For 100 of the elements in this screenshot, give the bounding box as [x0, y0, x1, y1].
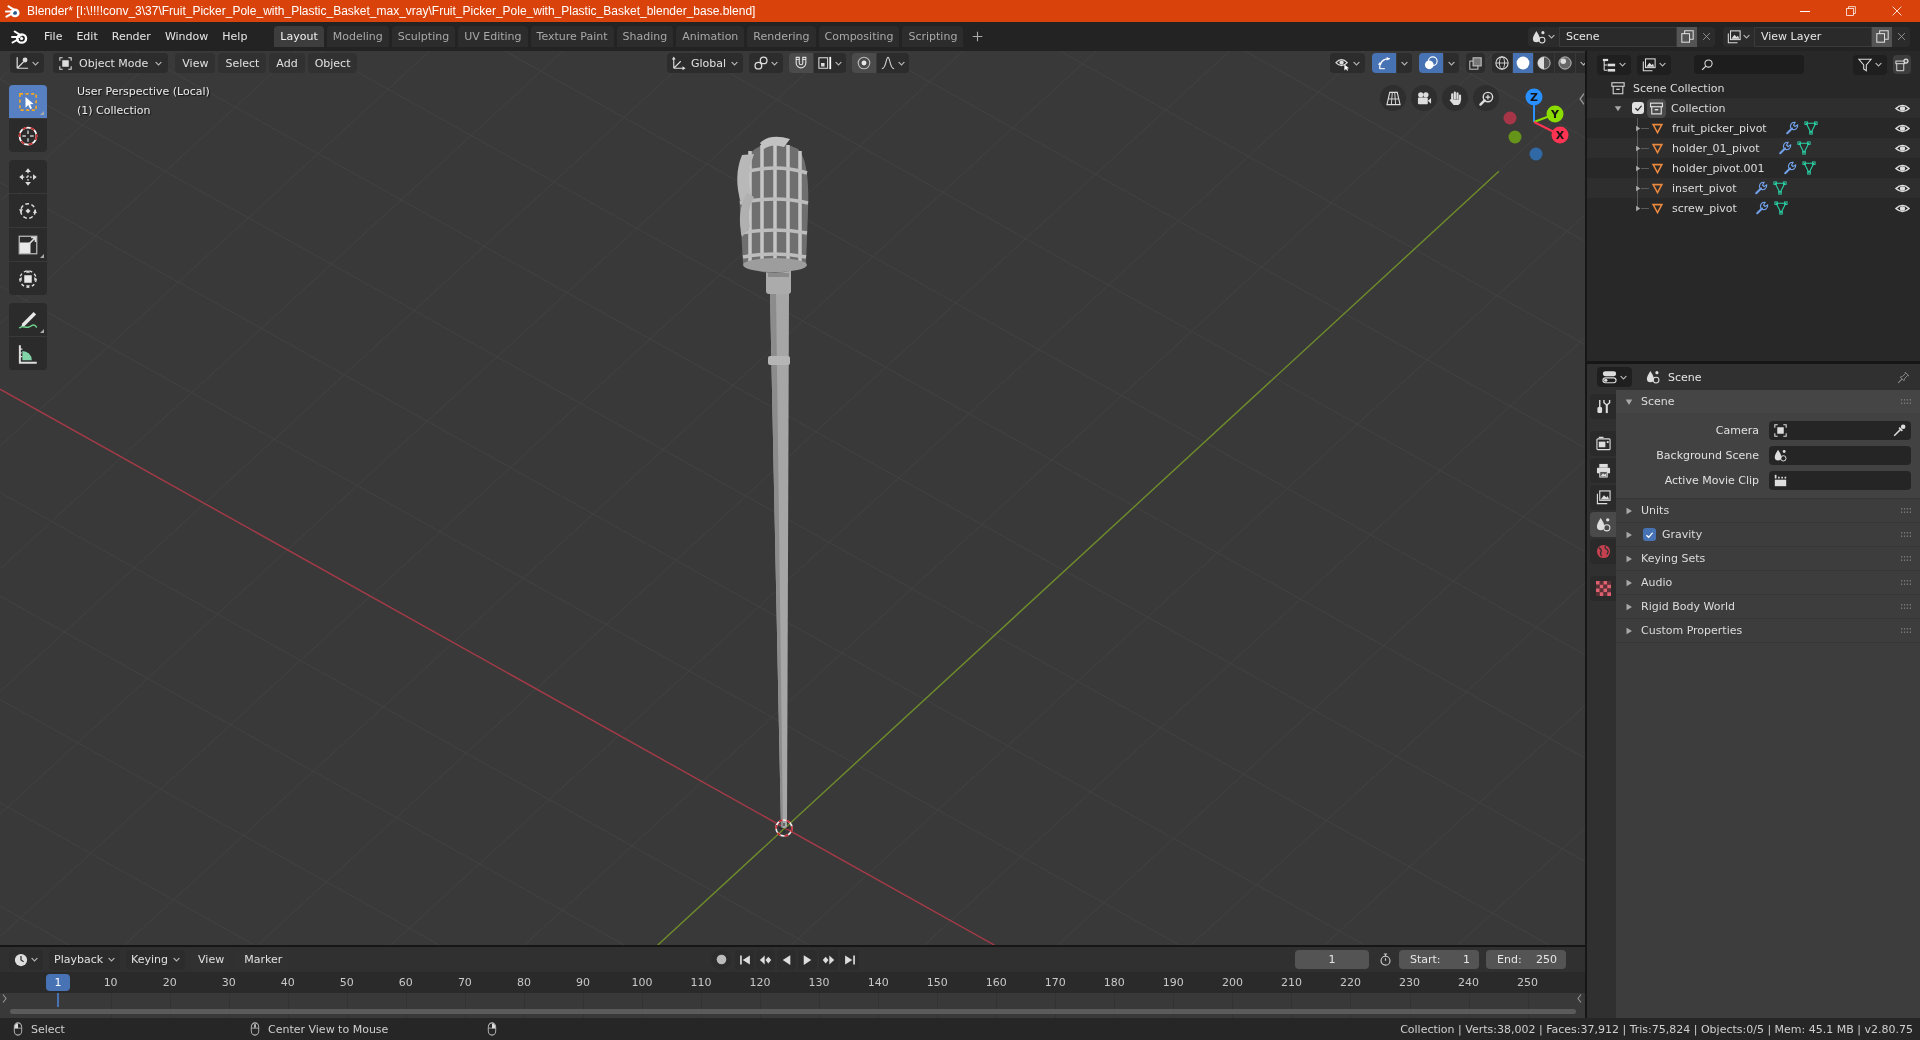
playhead-frame[interactable]: 1 — [46, 974, 70, 991]
menu-button[interactable]: Select — [218, 53, 267, 73]
properties-tab[interactable] — [1590, 458, 1616, 483]
shading-mode-button[interactable] — [1513, 53, 1533, 73]
outliner-item[interactable]: Scene Collection — [1633, 81, 1725, 95]
background-scene-field[interactable] — [1769, 446, 1911, 465]
properties-tab[interactable] — [1590, 394, 1616, 419]
orientation-dropdown[interactable]: Global — [667, 53, 744, 73]
toggle-perspective-button[interactable] — [1380, 85, 1406, 111]
view-layer-browse-button[interactable] — [1723, 26, 1754, 47]
expand-toggle[interactable] — [1634, 163, 1641, 173]
properties-tab[interactable] — [1590, 512, 1616, 537]
workspace-tab[interactable]: Layout — [274, 26, 324, 47]
tool-button[interactable] — [9, 194, 47, 227]
menu-button[interactable]: Object — [307, 53, 358, 73]
delete-view-layer-button[interactable] — [1892, 26, 1910, 47]
preview-range-button[interactable] — [1378, 950, 1392, 969]
tool-button[interactable] — [9, 303, 47, 336]
tool-button[interactable] — [9, 160, 47, 193]
overlay-toggle[interactable] — [1419, 53, 1443, 73]
end-frame-field[interactable]: End: 250 — [1486, 950, 1566, 969]
editor-type-button[interactable] — [10, 53, 44, 73]
camera-field[interactable] — [1769, 421, 1911, 440]
workspace-tab[interactable]: Rendering — [747, 26, 816, 47]
auto-keying-button[interactable] — [711, 949, 731, 970]
workspace-tab[interactable]: Shading — [616, 26, 674, 47]
gizmo-options-button[interactable] — [1397, 53, 1412, 73]
outliner-item[interactable]: screw_pivot — [1672, 201, 1737, 215]
snap-toggle[interactable] — [789, 53, 814, 73]
menu-button[interactable]: View — [175, 53, 216, 73]
menu-item[interactable]: Render — [104, 25, 158, 48]
outliner-item[interactable]: Collection — [1671, 101, 1726, 115]
workspace-tab[interactable]: Texture Paint — [530, 26, 614, 47]
checkbox[interactable] — [1643, 528, 1656, 541]
proportional-editing-toggle[interactable] — [852, 53, 877, 73]
play-reverse-button[interactable] — [777, 949, 796, 970]
overlay-options-button[interactable] — [1444, 53, 1459, 73]
movie-clip-field[interactable] — [1769, 471, 1911, 490]
next-keyframe-button[interactable] — [819, 949, 838, 970]
menu-item[interactable]: Edit — [69, 25, 105, 48]
camera-view-button[interactable] — [1411, 85, 1437, 111]
jump-to-end-button[interactable] — [840, 949, 859, 970]
workspace-tab[interactable]: Modeling — [326, 26, 389, 47]
x-ray-toggle[interactable] — [1466, 53, 1485, 73]
menu-dropdown[interactable]: Playback — [49, 949, 121, 970]
properties-tab[interactable] — [1590, 431, 1616, 456]
scrollbar[interactable] — [10, 1009, 1576, 1014]
scene-browse-button[interactable] — [1528, 26, 1559, 47]
snap-target-dropdown[interactable] — [814, 53, 847, 73]
editor-type-button[interactable] — [1597, 54, 1631, 75]
expand-toggle[interactable] — [1634, 183, 1641, 193]
play-button[interactable] — [798, 949, 817, 970]
frame-ruler[interactable]: 1 10 20 30 40 50 60 70 80 90 100 110 120 130 140 150 160 170 180 190 200 210 220 230 240 250 — [0, 972, 1585, 993]
tool-button[interactable] — [9, 119, 47, 152]
tool-button[interactable] — [9, 228, 47, 261]
new-view-layer-button[interactable] — [1872, 26, 1892, 47]
view-layer-name-field[interactable]: View Layer — [1754, 26, 1872, 47]
shading-mode-button[interactable] — [1534, 53, 1554, 73]
outliner-item[interactable]: fruit_picker_pivot — [1672, 121, 1767, 135]
expand-toggle[interactable] — [1634, 123, 1641, 133]
object-visibility-dropdown[interactable] — [1330, 53, 1365, 73]
properties-tab[interactable] — [1590, 485, 1616, 510]
start-frame-field[interactable]: Start: 1 — [1399, 950, 1479, 969]
current-frame-field[interactable]: 1 — [1295, 950, 1369, 969]
expand-toggle[interactable] — [1634, 203, 1641, 213]
pan-view-button[interactable] — [1442, 85, 1468, 111]
pivot-point-dropdown[interactable] — [749, 53, 784, 73]
display-mode-button[interactable] — [1637, 54, 1671, 75]
editor-type-button[interactable] — [1597, 367, 1632, 387]
workspace-tab[interactable]: UV Editing — [458, 26, 528, 47]
menu-button[interactable]: Add — [269, 53, 305, 73]
menu-dropdown[interactable]: Keying — [126, 949, 186, 970]
gizmo-axis-dot[interactable] — [1508, 130, 1522, 144]
scene-name-field[interactable]: Scene — [1559, 26, 1677, 47]
checkbox[interactable] — [1632, 102, 1644, 114]
menu-item[interactable]: Help — [215, 25, 255, 48]
gizmo-axis-dot[interactable] — [1503, 111, 1517, 125]
search-field[interactable] — [1694, 55, 1804, 74]
previous-keyframe-button[interactable] — [756, 949, 775, 970]
new-collection-button[interactable] — [1893, 55, 1911, 74]
menu-item[interactable]: File — [37, 25, 70, 48]
mode-dropdown[interactable]: Object Mode — [53, 53, 169, 73]
gizmo-toggle[interactable] — [1372, 53, 1396, 73]
editor-type-button[interactable] — [9, 949, 43, 970]
delete-scene-button[interactable] — [1697, 26, 1715, 47]
outliner-item[interactable]: holder_01_pivot — [1672, 141, 1760, 155]
outliner-item[interactable]: holder_pivot.001 — [1672, 161, 1765, 175]
new-scene-button[interactable] — [1677, 26, 1697, 47]
jump-to-start-button[interactable] — [735, 949, 754, 970]
gizmo-axis-handle[interactable]: X — [1533, 121, 1569, 144]
shading-mode-button[interactable] — [1555, 53, 1575, 73]
workspace-tab[interactable]: Scripting — [902, 26, 964, 47]
zoom-view-button[interactable] — [1473, 85, 1499, 111]
workspace-tab[interactable]: Animation — [676, 26, 745, 47]
pin-button[interactable] — [1897, 369, 1910, 385]
filter-button[interactable] — [1853, 54, 1887, 75]
tool-button[interactable] — [9, 337, 47, 370]
workspace-tab[interactable]: Sculpting — [391, 26, 456, 47]
outliner-item[interactable]: insert_pivot — [1672, 181, 1737, 195]
panel-header[interactable]: Scene — [1616, 390, 1920, 413]
